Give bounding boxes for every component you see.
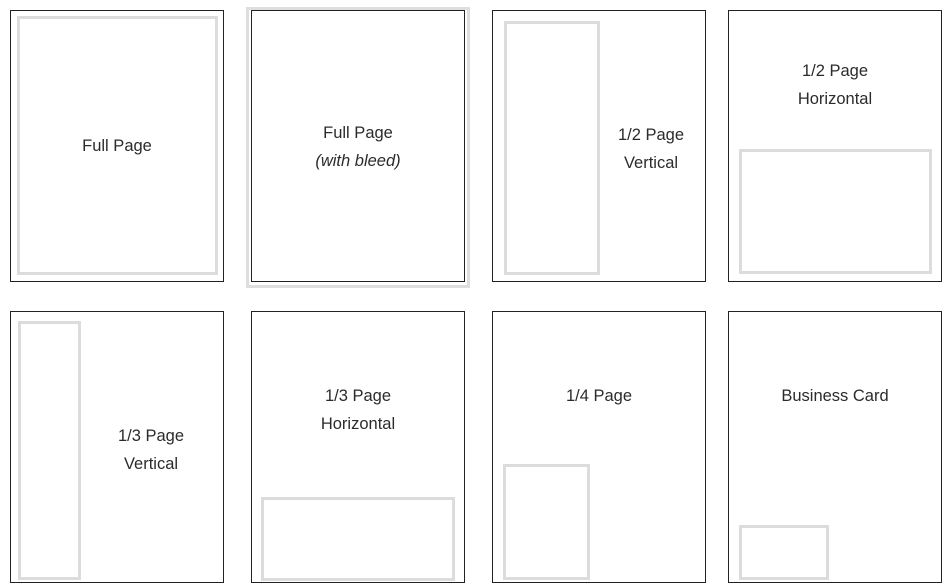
label-line-1: 1/2 Page — [617, 126, 685, 144]
label-line-1: 1/3 Page — [117, 427, 185, 445]
ad-size-half-page-horizontal: 1/2 Page Horizontal — [728, 10, 942, 282]
label-line-1: 1/2 Page — [801, 62, 869, 80]
label-line-1: Full Page — [323, 124, 393, 142]
ad-size-label: 1/2 Page Vertical — [597, 121, 705, 177]
ad-size-label: Full Page — [11, 132, 223, 160]
ad-size-third-page-horizontal: 1/3 Page Horizontal — [251, 311, 465, 583]
label-line-2: Vertical — [623, 154, 679, 172]
label-line-1: Business Card — [781, 387, 889, 405]
ad-area-half-page-vertical — [504, 21, 600, 275]
label-line-2: Vertical — [123, 455, 179, 473]
ad-size-label: Full Page (with bleed) — [252, 119, 464, 175]
ad-size-full-page: Full Page — [10, 10, 224, 282]
ad-size-label: 1/4 Page — [493, 382, 705, 410]
ad-size-third-page-vertical: 1/3 Page Vertical — [10, 311, 224, 583]
label-subtitle: (with bleed) — [315, 152, 401, 170]
ad-area-quarter-page — [503, 464, 590, 580]
ad-size-full-page-bleed: Full Page (with bleed) — [251, 10, 465, 282]
ad-size-half-page-vertical: 1/2 Page Vertical — [492, 10, 706, 282]
ad-size-quarter-page: 1/4 Page — [492, 311, 706, 583]
ad-size-label: 1/3 Page Horizontal — [252, 382, 464, 438]
ad-size-label: 1/3 Page Vertical — [91, 422, 211, 478]
label-line-1: Full Page — [82, 137, 152, 155]
ad-area-third-page-vertical — [18, 321, 81, 580]
ad-area-half-page-horizontal — [739, 149, 932, 274]
ad-area-business-card — [739, 525, 829, 580]
label-line-1: 1/4 Page — [565, 387, 633, 405]
label-line-2: Horizontal — [320, 415, 396, 433]
ad-size-label: 1/2 Page Horizontal — [729, 57, 941, 113]
label-line-1: 1/3 Page — [324, 387, 392, 405]
ad-size-label: Business Card — [729, 382, 941, 410]
ad-area-third-page-horizontal — [261, 497, 455, 581]
ad-size-business-card: Business Card — [728, 311, 942, 583]
label-line-2: Horizontal — [797, 90, 873, 108]
